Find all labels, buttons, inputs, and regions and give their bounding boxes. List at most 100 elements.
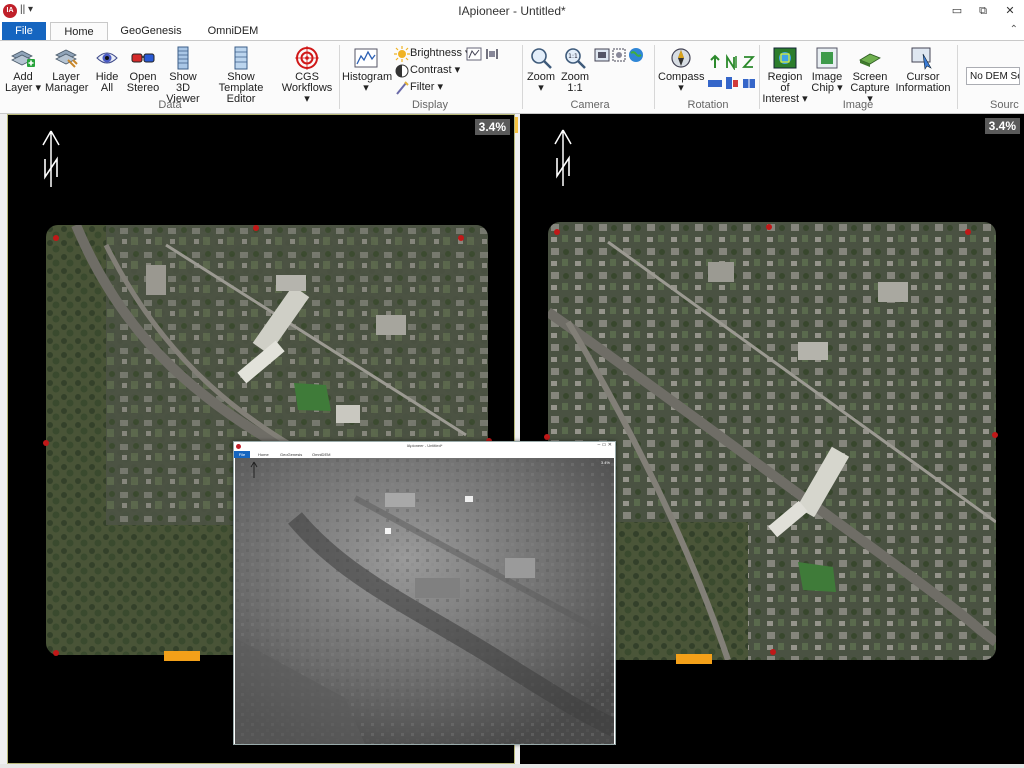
brightness-button[interactable]: Brightness ▾ [410, 45, 471, 61]
show-template-label-1: Show Template [218, 71, 264, 94]
tab-home[interactable]: Home [50, 22, 108, 41]
fiducial-mark [544, 434, 550, 440]
fiducial-mark [458, 235, 464, 241]
group-separator [759, 45, 760, 109]
camera-group-label: Camera [570, 99, 610, 111]
source-group-label: Sourc [990, 99, 1019, 111]
dem-tab-omnidem[interactable]: OmniDEM [312, 452, 330, 457]
compass-icon [671, 48, 691, 68]
north-arrow-icon [42, 130, 60, 187]
target-icon [295, 46, 319, 70]
region-of-interest-button[interactable]: Region of Interest ▾ [762, 46, 808, 105]
dem-window-controls[interactable]: – ▭ ✕ [598, 442, 612, 448]
ribbon-collapse-icon[interactable]: ⌃ [1010, 24, 1018, 35]
tab-file[interactable]: File [2, 22, 46, 40]
image-group-label: Image [842, 99, 874, 111]
dem-north-arrow-icon [250, 461, 258, 478]
frame-label-plate [676, 654, 712, 664]
tab-geogenesis[interactable]: GeoGenesis [118, 22, 184, 40]
zoom-extent-icon[interactable] [611, 47, 627, 63]
rotate-north-icon[interactable] [724, 54, 740, 70]
brightness-icon [394, 46, 410, 62]
show-3d-viewer-button[interactable]: Show 3D Viewer [162, 46, 204, 105]
ribbon-tabs: File Home GeoGenesis OmniDEM ⌃ [0, 22, 1024, 41]
chip-label-2: Chip ▾ [811, 82, 843, 94]
compass-button[interactable]: Compass ▾ [658, 46, 704, 94]
histogram-button[interactable]: Histogram ▾ [342, 46, 392, 94]
restore-button[interactable]: ⧉ [972, 2, 994, 20]
template-editor-icon [234, 46, 248, 70]
dem-window-tabs: File Home GeoGenesis OmniDEM [234, 451, 615, 458]
balance-icon[interactable] [484, 46, 500, 62]
zoom-1-1-icon: 1:1 [565, 48, 586, 69]
cursor-label-2: Information [895, 82, 951, 94]
dem-preview-window[interactable]: IApioneer - Untitled* – ▭ ✕ File Home Ge… [233, 441, 616, 745]
fiducial-mark [43, 440, 49, 446]
fiducial-mark [992, 432, 998, 438]
cgs-workflows-button[interactable]: CGS Workflows ▾ [278, 46, 336, 105]
dem-window-title: IApioneer - Untitled* [406, 443, 443, 448]
tab-omnidem[interactable]: OmniDEM [200, 22, 266, 40]
dem-tab-geogenesis[interactable]: GeoGenesis [280, 452, 302, 457]
open-stereo-label-2: Stereo [126, 82, 160, 94]
rotate-left-icon[interactable] [707, 75, 723, 91]
close-button[interactable]: ✕ [999, 2, 1021, 20]
image-chip-button[interactable]: Image Chip ▾ [810, 46, 844, 94]
open-stereo-button[interactable]: Open Stereo [126, 46, 160, 94]
contrast-button[interactable]: Contrast ▾ [410, 62, 460, 78]
region-of-interest-icon [773, 47, 797, 69]
image-chip-icon [816, 47, 838, 69]
show-template-label-2: Editor [226, 93, 256, 105]
zoom-1-1-label-2: 1:1 [567, 82, 583, 94]
rotate-up-icon[interactable] [707, 54, 723, 70]
eye-icon [96, 52, 118, 64]
filter-icon [396, 81, 409, 95]
dem-tab-home[interactable]: Home [258, 452, 269, 457]
cursor-information-button[interactable]: Cursor Information [895, 46, 951, 94]
minimize-button[interactable]: ▭ [946, 2, 968, 20]
fiducial-mark [554, 229, 560, 235]
dem-tab-file[interactable]: File [234, 451, 250, 458]
fiducial-mark [253, 225, 259, 231]
region-label-1: Region of [767, 71, 803, 94]
layer-manager-label-2: Manager [45, 82, 89, 94]
histogram-stretch-icon[interactable] [466, 46, 482, 62]
hide-all-button[interactable]: Hide All [91, 46, 123, 94]
window-title: IApioneer - Untitled* [458, 4, 566, 18]
add-layer-icon [11, 50, 35, 67]
zoom-button[interactable]: Zoom ▾ [526, 46, 556, 94]
zoom-1-1-button[interactable]: 1:1 Zoom 1:1 [559, 46, 591, 94]
3d-viewer-icon [177, 46, 189, 70]
contrast-icon [395, 64, 409, 78]
dem-elevation-view[interactable]: 3.4% [235, 458, 614, 744]
zoom-fit-icon[interactable] [594, 47, 610, 63]
zoom-level-badge: 3.4% [474, 119, 510, 135]
frame-label-plate [164, 651, 200, 661]
screen-capture-icon [859, 53, 881, 67]
compass-label-2: ▾ [678, 82, 684, 94]
add-layer-button[interactable]: Add Layer ▾ [4, 46, 42, 94]
globe-icon[interactable] [628, 47, 644, 63]
show-template-editor-button[interactable]: Show Template Editor [206, 46, 276, 105]
svg-text:1:1: 1:1 [568, 53, 578, 60]
rotate-z-icon[interactable] [741, 54, 757, 70]
cursor-information-icon [911, 47, 932, 70]
group-separator [522, 45, 523, 109]
fiducial-mark [766, 224, 772, 230]
dem-zoom-badge: 3.4% [599, 460, 611, 465]
zoom-label-2: ▾ [538, 82, 544, 94]
fiducial-mark [53, 235, 59, 241]
layer-manager-button[interactable]: Layer Manager [45, 46, 89, 94]
flip-icon[interactable] [741, 75, 757, 91]
stereo-glasses-icon [131, 53, 155, 63]
rotate-right-icon[interactable] [724, 75, 740, 91]
dem-elevation-image [235, 458, 614, 744]
histogram-label-2: ▾ [363, 82, 369, 94]
dem-window-titlebar[interactable]: IApioneer - Untitled* – ▭ ✕ [234, 442, 615, 451]
dem-source-select[interactable]: No DEM Se [966, 67, 1020, 85]
north-arrow-icon [554, 129, 572, 186]
filter-button[interactable]: Filter ▾ [410, 79, 443, 95]
zoom-level-badge: 3.4% [984, 118, 1020, 134]
group-separator [957, 45, 958, 109]
screen-capture-button[interactable]: Screen Capture ▾ [847, 46, 893, 105]
